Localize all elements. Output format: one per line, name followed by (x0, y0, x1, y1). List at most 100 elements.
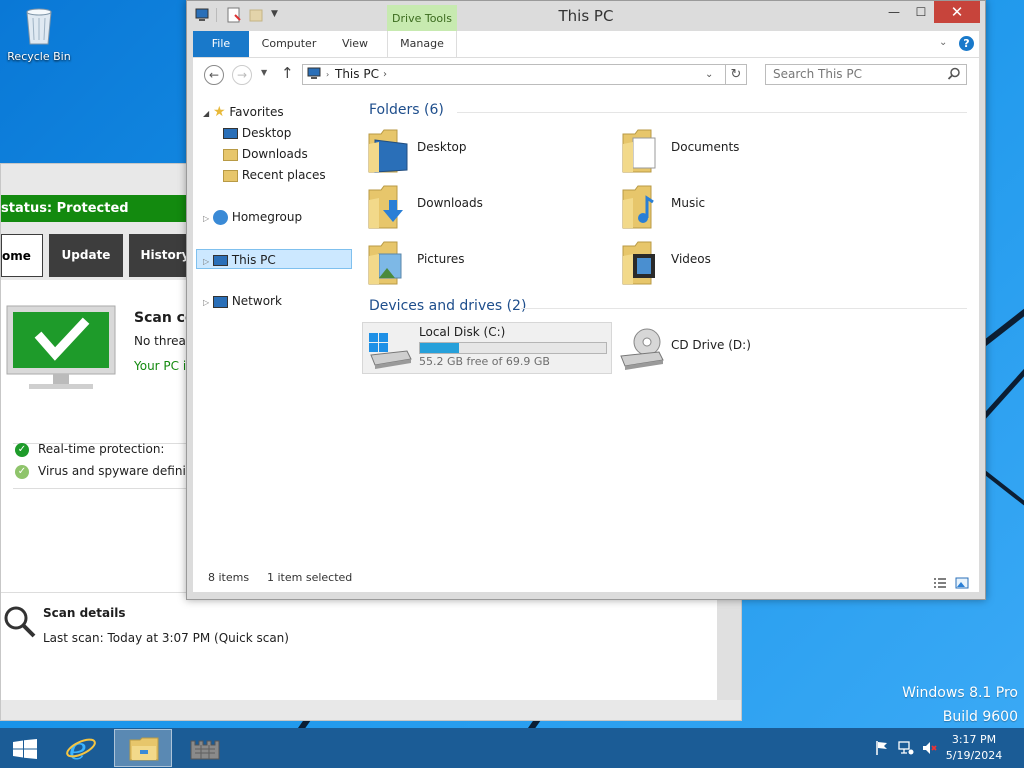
folder-pictures[interactable]: Pictures (367, 238, 607, 290)
folder-desktop[interactable]: Desktop (367, 126, 607, 178)
virus-definitions-label: Virus and spyware definition (38, 464, 209, 478)
tab-home[interactable]: ome (1, 234, 43, 277)
address-dropdown-icon[interactable]: ⌄ (705, 65, 713, 84)
windows-build: Build 9600 (942, 709, 1018, 725)
maximize-button[interactable]: ☐ (909, 1, 933, 23)
refresh-button[interactable]: ↻ (726, 64, 747, 85)
cd-drive-d[interactable]: CD Drive (D:) (615, 322, 865, 374)
nav-label: Desktop (241, 126, 292, 140)
tab-computer[interactable]: Computer (255, 31, 323, 57)
defender-taskbar-button[interactable] (176, 729, 234, 767)
expand-ribbon-icon[interactable]: ⌄ (939, 37, 947, 48)
nav-homegroup[interactable]: ▷ Homegroup (203, 207, 302, 227)
internet-explorer-button[interactable]: e (52, 729, 110, 767)
file-explorer-button[interactable] (114, 729, 172, 767)
nav-recent-places[interactable]: Recent places (223, 165, 326, 185)
help-icon[interactable]: ? (959, 36, 974, 51)
nav-desktop[interactable]: Desktop (223, 123, 291, 143)
recycle-bin-shortcut[interactable]: Recycle Bin (6, 6, 72, 63)
search-input[interactable]: Search This PC (765, 64, 967, 85)
drive-name: CD Drive (D:) (671, 338, 751, 352)
folder-videos[interactable]: Videos (621, 238, 861, 290)
address-bar[interactable]: › This PC › ⌄ (302, 64, 726, 85)
drive-usage-bar (419, 342, 607, 354)
folder-documents[interactable]: Documents (621, 126, 861, 178)
defender-castle-icon (190, 740, 220, 760)
local-disk-c[interactable]: Local Disk (C:) 55.2 GB free of 69.9 GB (362, 322, 612, 374)
folder-label: Music (671, 196, 706, 210)
pc-status-text: Your PC is (134, 359, 193, 373)
divider (13, 488, 191, 489)
clock-time: 3:17 PM (951, 733, 997, 746)
action-center-flag-icon[interactable] (874, 740, 890, 756)
back-button[interactable]: ← (204, 65, 224, 85)
file-explorer-icon (129, 737, 159, 761)
monitor-check-icon (5, 304, 117, 392)
nav-label: Homegroup (231, 210, 303, 224)
homegroup-icon (212, 210, 228, 225)
folder-label: Downloads (417, 196, 483, 210)
pictures-folder-icon (368, 241, 402, 285)
network-status-icon[interactable] (898, 740, 914, 756)
network-icon (212, 295, 228, 308)
nav-label: Network (231, 294, 282, 308)
item-count: 8 items (208, 571, 250, 584)
large-icons-view-icon[interactable] (955, 572, 969, 589)
address-text: This PC (335, 67, 379, 81)
content-pane: Folders (6) Desktop Documents Downloads … (353, 92, 979, 564)
divider (457, 112, 967, 113)
folder-label: Pictures (417, 252, 465, 266)
forward-button[interactable]: → (232, 65, 252, 85)
selection-count: 1 item selected (267, 571, 353, 584)
recycle-bin-label: Recycle Bin (7, 50, 71, 63)
defender-scrollbar[interactable] (717, 600, 741, 700)
title-bar[interactable]: ▼ Drive Tools This PC — ☐ ✕ (187, 1, 985, 32)
system-clock[interactable]: 3:17 PM 5/19/2024 (944, 732, 1004, 764)
desktop-icon (223, 128, 238, 139)
drive-usage-fill (420, 343, 460, 353)
volume-muted-icon[interactable] (922, 740, 938, 756)
details-view-icon[interactable] (933, 572, 947, 588)
nav-downloads[interactable]: Downloads (223, 144, 308, 164)
explorer-window[interactable]: ▼ Drive Tools This PC — ☐ ✕ File Compute… (186, 0, 986, 600)
cd-drive-icon (620, 328, 664, 370)
ribbon: File Computer View Manage ⌄ ? (193, 31, 979, 58)
folders-group-header[interactable]: Folders (6) (369, 102, 444, 118)
breadcrumb-chevron-icon[interactable]: › (383, 65, 387, 84)
status-bar: 8 items 1 item selected (193, 564, 979, 592)
devices-group-header[interactable]: Devices and drives (2) (369, 298, 526, 314)
nav-favorites[interactable]: ◢ ★ Favorites (203, 102, 284, 122)
divider (521, 308, 967, 309)
nav-this-pc[interactable]: ▷ This PC (196, 249, 352, 269)
downloads-folder-icon (223, 148, 238, 161)
tab-manage[interactable]: Manage (387, 31, 457, 57)
videos-folder-icon (622, 241, 655, 285)
tab-update[interactable]: Update (49, 234, 123, 277)
recent-places-icon (223, 169, 238, 182)
collapsed-arrow-icon[interactable]: ▷ (203, 257, 209, 266)
tab-view[interactable]: View (333, 31, 377, 57)
up-arrow-icon[interactable]: ↑ (281, 64, 294, 82)
folder-downloads[interactable]: Downloads (367, 182, 607, 234)
navigation-pane: ◢ ★ Favorites Desktop Downloads Recent p… (193, 92, 353, 564)
expanded-arrow-icon[interactable]: ◢ (203, 109, 209, 118)
tab-file[interactable]: File (193, 31, 249, 57)
collapsed-arrow-icon[interactable]: ▷ (203, 214, 209, 223)
address-toolbar: ← → ▼ ↑ › This PC › ⌄ ↻ Search This PC (193, 58, 979, 92)
protection-status-banner: status: Protected (1, 195, 201, 222)
recent-locations-icon[interactable]: ▼ (261, 68, 267, 77)
hard-drive-icon (369, 333, 412, 369)
drive-free-space: 55.2 GB free of 69.9 GB (419, 355, 550, 368)
folder-music[interactable]: Music (621, 182, 861, 234)
start-button[interactable] (0, 729, 50, 767)
magnifier-icon (3, 605, 37, 639)
realtime-protection-label: Real-time protection: (38, 442, 165, 456)
collapsed-arrow-icon[interactable]: ▷ (203, 298, 209, 307)
search-icon[interactable] (947, 67, 961, 81)
nav-label: Downloads (241, 147, 308, 161)
windows-logo-icon (13, 739, 37, 759)
nav-network[interactable]: ▷ Network (203, 291, 282, 311)
close-button[interactable]: ✕ (934, 1, 980, 23)
minimize-button[interactable]: — (881, 1, 907, 23)
last-scan-text: Last scan: Today at 3:07 PM (Quick scan) (43, 631, 289, 645)
